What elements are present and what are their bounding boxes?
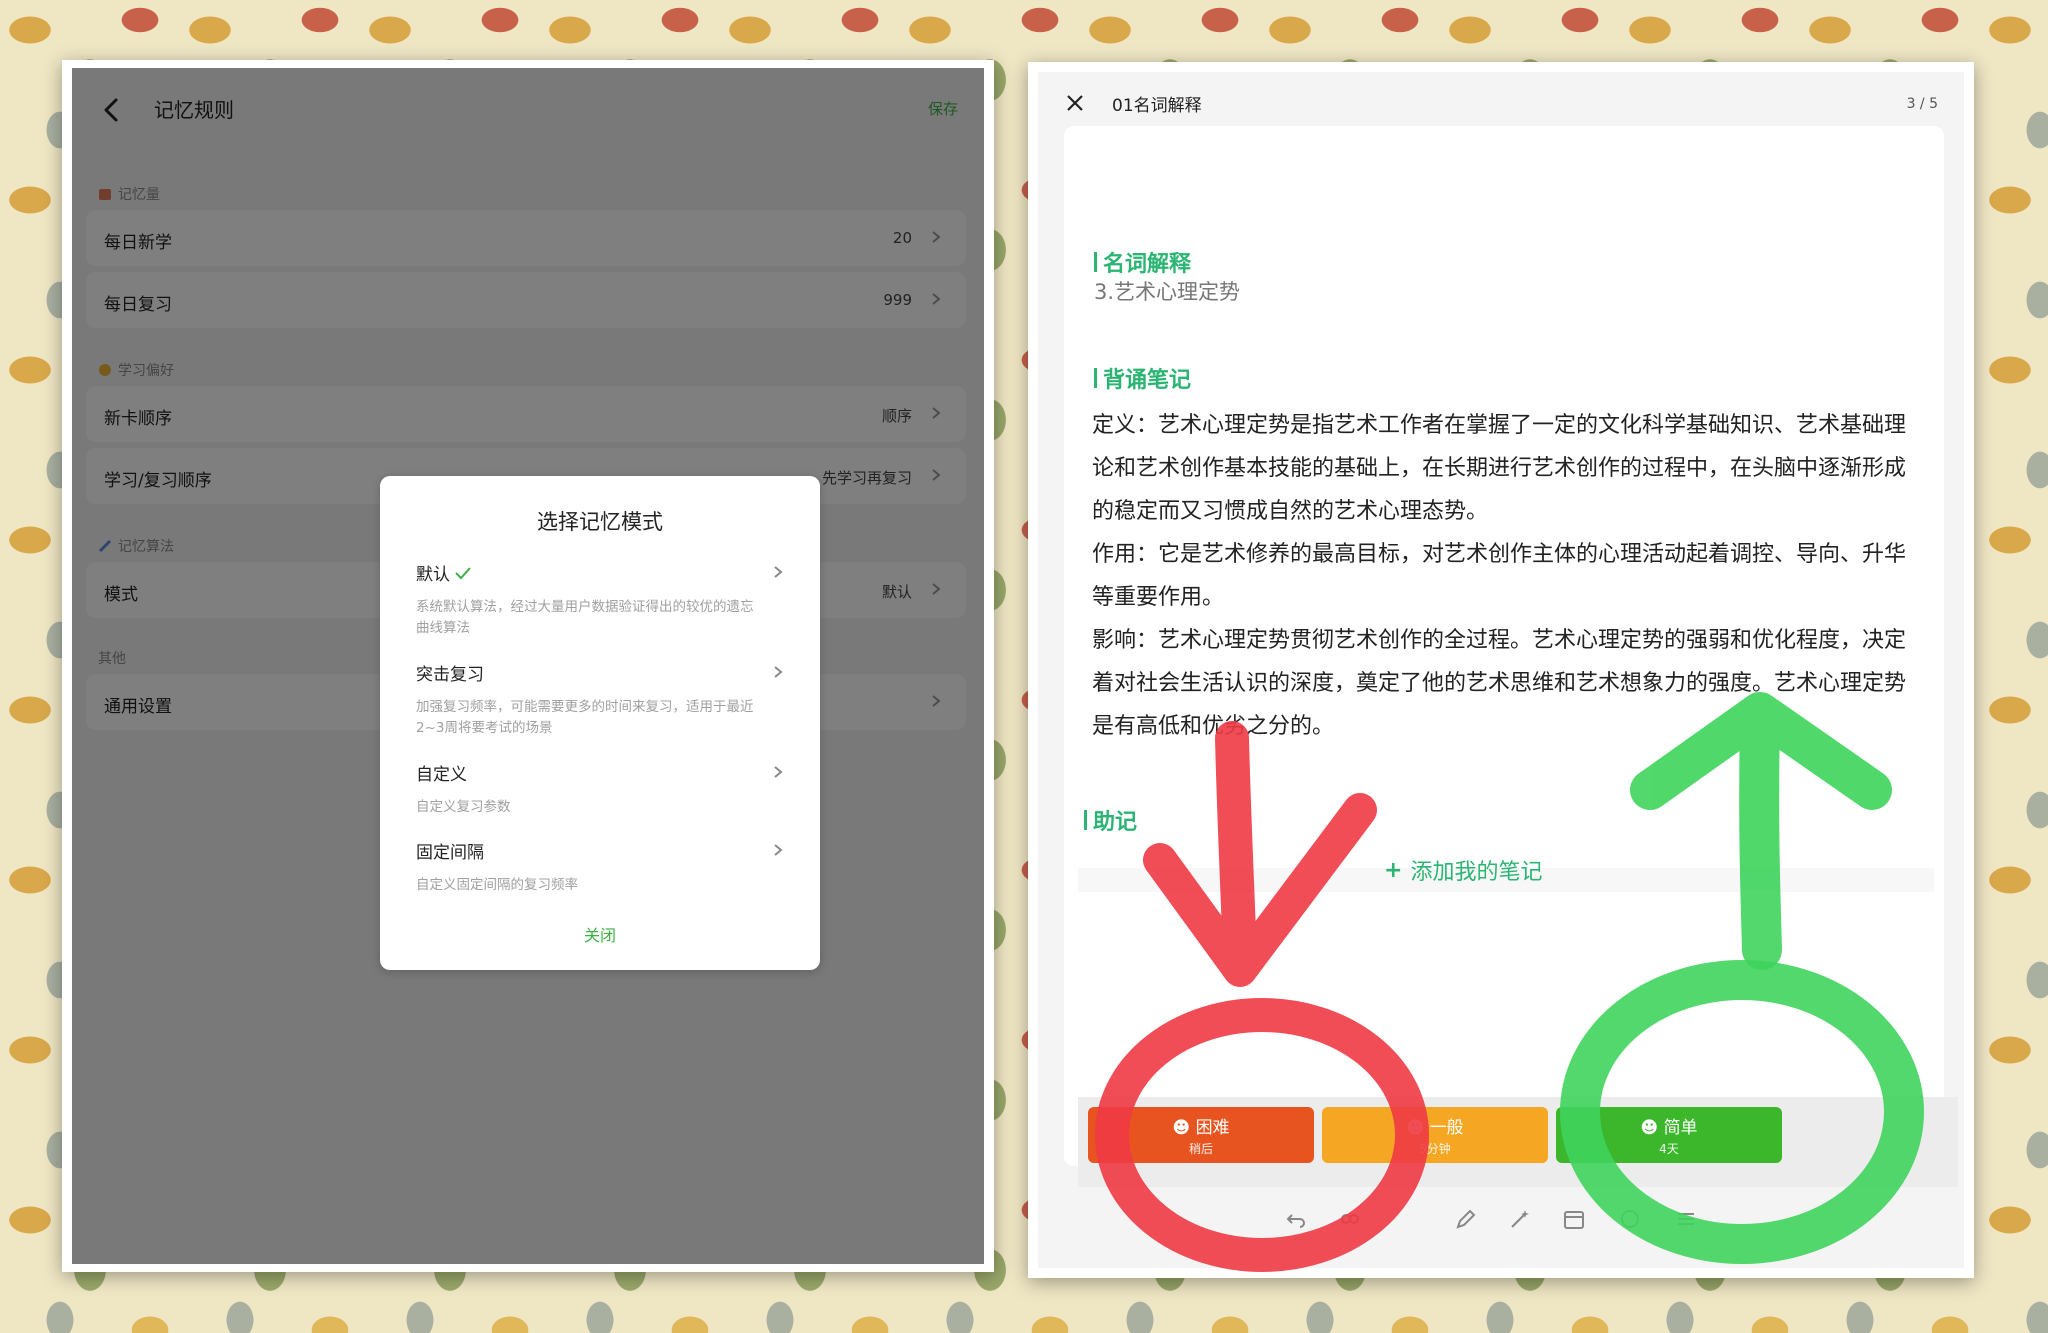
grade-label: 简单 — [1663, 1118, 1698, 1138]
calendar-icon[interactable] — [1562, 1207, 1586, 1231]
flashcard-screen: 01名词解释 3 / 5 名词解释 3.艺术心理定势 背诵笔记 定义：艺术心理定… — [1038, 72, 1964, 1268]
smiley-icon: ☻ — [1406, 1118, 1425, 1138]
heading-mnemonic: 助记 — [1084, 804, 1137, 836]
heading-notes: 背诵笔记 — [1094, 362, 1191, 394]
option-name: 突击复习 — [416, 665, 484, 685]
option-cram-review[interactable]: 突击复习 加强复习频率，可能需要更多的时间来复习，适用于最近2~3周将要考试的场… — [416, 660, 786, 739]
add-note-button[interactable]: + 添加我的笔记 — [1384, 854, 1542, 886]
memory-mode-dialog: 选择记忆模式 默认 系统默认算法，经过大量用户数据验证得出的较优的遗忘曲线算法 … — [380, 476, 820, 970]
chevron-right-icon — [774, 666, 783, 678]
option-name: 固定间隔 — [416, 843, 484, 863]
plus-icon: + — [1384, 857, 1403, 883]
option-desc: 系统默认算法，经过大量用户数据验证得出的较优的遗忘曲线算法 — [416, 599, 754, 636]
settings-screenshot: 记忆规则 保存 记忆量 每日新学 20 每日复习 999 学习偏好 新卡顺序 顺… — [62, 60, 994, 1272]
magic-wand-icon[interactable] — [1508, 1207, 1532, 1231]
option-default[interactable]: 默认 系统默认算法，经过大量用户数据验证得出的较优的遗忘曲线算法 — [416, 560, 786, 639]
option-fixed-interval[interactable]: 固定间隔 自定义固定间隔的复习频率 — [416, 838, 786, 896]
flashcard-screenshot: 01名词解释 3 / 5 名词解释 3.艺术心理定势 背诵笔记 定义：艺术心理定… — [1028, 62, 1974, 1278]
grade-easy-button[interactable]: ☻ 简单 4天 — [1556, 1107, 1782, 1163]
option-custom[interactable]: 自定义 自定义复习参数 — [416, 760, 786, 818]
heading-text: 背诵笔记 — [1103, 368, 1192, 393]
option-desc: 自定义复习参数 — [416, 799, 511, 815]
undo-icon[interactable] — [1284, 1207, 1308, 1231]
paragraph-influence: 影响：艺术心理定势贯彻艺术创作的全过程。艺术心理定势的强弱和优化程度，决定着对社… — [1092, 628, 1907, 739]
heading-text: 名词解释 — [1103, 252, 1192, 277]
grade-bar: ☻ 困难 稍后 ☻ 一般 5分钟 ☻ 简单 4天 — [1078, 1097, 1958, 1187]
chevron-right-icon — [774, 566, 783, 578]
memory-rules-screen: 记忆规则 保存 记忆量 每日新学 20 每日复习 999 学习偏好 新卡顺序 顺… — [72, 68, 984, 1264]
add-note-label: 添加我的笔记 — [1410, 860, 1543, 885]
term-subtitle: 3.艺术心理定势 — [1094, 280, 1241, 304]
paragraph-definition: 定义：艺术心理定势是指艺术工作者在掌握了一定的文化科学基础知识、艺术基础理论和艺… — [1092, 413, 1907, 524]
smiley-icon: ☻ — [1640, 1118, 1659, 1138]
grade-interval: 5分钟 — [1419, 1142, 1451, 1156]
link-icon[interactable] — [1338, 1207, 1362, 1231]
option-desc: 加强复习频率，可能需要更多的时间来复习，适用于最近2~3周将要考试的场景 — [416, 699, 754, 736]
close-icon[interactable] — [1064, 92, 1086, 114]
dialog-title: 选择记忆模式 — [537, 510, 663, 534]
chevron-right-icon — [774, 766, 783, 778]
grade-interval: 4天 — [1659, 1142, 1679, 1156]
grade-medium-button[interactable]: ☻ 一般 5分钟 — [1322, 1107, 1548, 1163]
close-dialog-button[interactable]: 关闭 — [380, 922, 820, 946]
option-desc: 自定义固定间隔的复习频率 — [416, 877, 578, 893]
page-indicator: 3 / 5 — [1906, 96, 1938, 112]
option-name: 自定义 — [416, 765, 467, 785]
flashcard: 名词解释 3.艺术心理定势 背诵笔记 定义：艺术心理定势是指艺术工作者在掌握了一… — [1064, 126, 1944, 1166]
menu-icon[interactable] — [1674, 1207, 1698, 1231]
smiley-icon: ☻ — [1172, 1118, 1191, 1138]
paragraph-function: 作用：它是艺术修养的最高目标，对艺术创作主体的心理活动起着调控、导向、升华等重要… — [1092, 542, 1907, 610]
grade-label: 一般 — [1429, 1118, 1464, 1138]
heading-term: 名词解释 — [1094, 246, 1191, 278]
option-name: 默认 — [416, 565, 450, 585]
note-body: 定义：艺术心理定势是指艺术工作者在掌握了一定的文化科学基础知识、艺术基础理论和艺… — [1092, 404, 1912, 748]
grade-hard-button[interactable]: ☻ 困难 稍后 — [1088, 1107, 1314, 1163]
chevron-right-icon — [774, 844, 783, 856]
deck-title: 01名词解释 — [1112, 96, 1202, 116]
heading-text: 助记 — [1093, 810, 1138, 835]
grade-interval: 稍后 — [1188, 1142, 1213, 1156]
more-icon[interactable] — [1618, 1207, 1642, 1231]
checkmark-icon — [455, 566, 471, 579]
grade-label: 困难 — [1195, 1118, 1230, 1138]
edit-icon[interactable] — [1454, 1207, 1478, 1231]
